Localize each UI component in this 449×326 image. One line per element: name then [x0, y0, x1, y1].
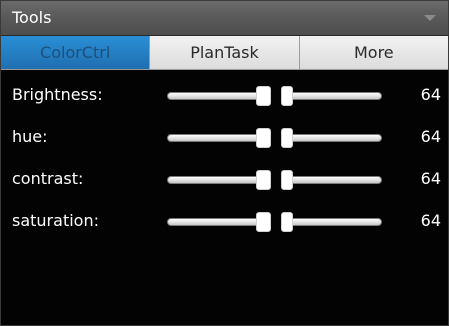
slider-thumb-right[interactable]: [280, 212, 293, 232]
contrast-slider[interactable]: [167, 170, 382, 190]
slider-thumb-gap: [270, 213, 281, 231]
contrast-row: contrast: 64: [1, 155, 448, 197]
tab-more[interactable]: More: [299, 36, 448, 69]
slider-thumb[interactable]: [255, 128, 271, 148]
slider-thumb-right[interactable]: [280, 170, 293, 190]
saturation-slider[interactable]: [167, 212, 382, 232]
hue-slider[interactable]: [167, 128, 382, 148]
contrast-value: 64: [420, 169, 441, 188]
slider-thumb[interactable]: [255, 170, 271, 190]
brightness-slider[interactable]: [167, 86, 382, 106]
saturation-value: 64: [420, 211, 441, 230]
brightness-label: Brightness:: [12, 85, 103, 104]
hue-row: hue: 64: [1, 113, 448, 155]
tab-bar: ColorCtrl PlanTask More: [1, 36, 448, 70]
slider-thumb-right[interactable]: [280, 86, 293, 106]
collapse-arrow-icon[interactable]: [424, 15, 436, 21]
hue-value: 64: [420, 127, 441, 146]
slider-thumb[interactable]: [255, 86, 271, 106]
slider-thumb-right[interactable]: [280, 128, 293, 148]
panel-titlebar[interactable]: Tools: [1, 1, 448, 36]
saturation-label: saturation:: [12, 211, 99, 230]
tools-panel: Tools ColorCtrl PlanTask More Brightness…: [0, 0, 449, 326]
brightness-value: 64: [420, 85, 441, 104]
slider-thumb-gap: [270, 171, 281, 189]
hue-label: hue:: [12, 127, 48, 146]
tab-plantask[interactable]: PlanTask: [150, 36, 300, 69]
saturation-row: saturation: 64: [1, 197, 448, 239]
tab-colorctrl[interactable]: ColorCtrl: [1, 36, 151, 69]
color-controls: Brightness: 64 hue: 64 contrast: 64 satu…: [1, 71, 448, 239]
slider-thumb-gap: [270, 129, 281, 147]
brightness-row: Brightness: 64: [1, 71, 448, 113]
contrast-label: contrast:: [12, 169, 84, 188]
slider-thumb-gap: [270, 87, 281, 105]
panel-title: Tools: [12, 8, 52, 27]
slider-thumb[interactable]: [255, 212, 271, 232]
